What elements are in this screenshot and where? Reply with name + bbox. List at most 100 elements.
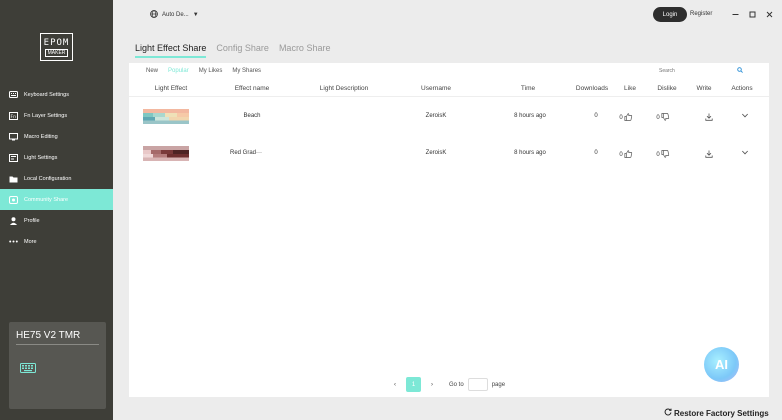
maximize-icon[interactable] [747, 9, 757, 19]
thumbs-up-icon[interactable] [624, 150, 633, 160]
restore-label: Restore Factory Settings [674, 408, 769, 418]
ai-assistant-button[interactable]: AI [704, 347, 739, 382]
thumbs-up-icon[interactable] [624, 113, 633, 123]
more-icon [9, 237, 18, 246]
prev-page-icon[interactable]: ‹ [390, 382, 400, 388]
col-light-description: Light Description [319, 85, 369, 92]
time: 8 hours ago [514, 113, 546, 119]
page-number-current[interactable]: 1 [406, 377, 421, 392]
col-actions: Actions [731, 85, 753, 92]
sidebar-item-community-share[interactable]: Community Share [0, 189, 113, 210]
ai-label: AI [715, 357, 728, 372]
dislike-count: 0 [656, 152, 660, 158]
sidebar-item-label: Local Configuration [24, 175, 72, 182]
goto-label: Go to [449, 381, 464, 388]
device-divider [16, 344, 99, 345]
sidebar-item-profile[interactable]: Profile [0, 210, 113, 231]
minimize-icon[interactable] [730, 9, 740, 19]
username: ZeroisK [425, 150, 447, 156]
restore-factory-settings-button[interactable]: Restore Factory Settings [664, 408, 769, 418]
device-card[interactable]: HE75 V2 TMR [9, 322, 106, 409]
tab-config-share[interactable]: Config Share [216, 43, 269, 58]
downloads: 0 [594, 113, 598, 119]
table-row[interactable]: Beach ZeroisK 8 hours ago 0 0 0 [129, 101, 769, 131]
col-like: Like [624, 85, 636, 92]
like-count: 0 [619, 152, 623, 158]
effect-name: Red Grad··· [229, 150, 263, 156]
language-label: Auto De... [162, 12, 189, 18]
download-icon[interactable] [705, 113, 713, 121]
subtab-my-shares[interactable]: My Shares [232, 68, 261, 74]
sidebar-item-label: Macro Editing [24, 133, 58, 140]
logo-text-bottom: MAKER [44, 48, 69, 57]
subtab-my-likes[interactable]: My Likes [199, 68, 223, 74]
fn-layer-icon: Fn [9, 111, 18, 120]
thumbs-down-icon[interactable] [661, 150, 670, 160]
light-effect-preview [143, 146, 189, 161]
sidebar-item-more[interactable]: More [0, 231, 113, 252]
main-tabs: Light Effect Share Config Share Macro Sh… [135, 43, 340, 58]
search-icon[interactable] [737, 67, 743, 75]
light-icon [9, 153, 18, 162]
sidebar-item-label: More [24, 238, 37, 245]
sidebar-item-local-configuration[interactable]: Local Configuration [0, 168, 113, 189]
login-button[interactable]: Login [653, 7, 687, 22]
like-cell: 0 [619, 113, 633, 123]
search-box [659, 65, 755, 77]
svg-text:Fn: Fn [11, 114, 17, 120]
page-label: page [491, 381, 506, 388]
dislike-cell: 0 [656, 113, 670, 123]
like-cell: 0 [619, 150, 633, 160]
sidebar-item-label: Community Share [24, 196, 69, 203]
sidebar-item-label: Fn Layer Settings [24, 112, 68, 119]
tab-light-effect-share[interactable]: Light Effect Share [135, 43, 207, 58]
sidebar: EPOM MAKER Keyboard Settings Fn Fn Layer… [0, 0, 113, 420]
subtab-new[interactable]: New [146, 68, 158, 74]
goto-page-input[interactable] [467, 378, 488, 391]
search-input[interactable] [659, 68, 729, 74]
sub-tabs: New Popular My Likes My Shares [146, 68, 271, 74]
sidebar-item-fn-layer-settings[interactable]: Fn Fn Layer Settings [0, 105, 113, 126]
register-link[interactable]: Register [690, 11, 712, 17]
language-selector[interactable]: Auto De... ▼ [150, 10, 199, 20]
col-time: Time [520, 85, 536, 92]
macro-icon [9, 132, 18, 141]
downloads: 0 [594, 150, 598, 156]
chevron-down-icon[interactable] [741, 113, 749, 118]
keyboard-device-icon [20, 360, 36, 378]
cloud-icon [9, 195, 18, 204]
col-downloads: Downloads [575, 85, 609, 92]
globe-icon [150, 10, 158, 20]
sidebar-item-label: Keyboard Settings [24, 91, 69, 98]
light-effect-preview [143, 109, 189, 124]
user-icon [9, 216, 18, 225]
share-panel: New Popular My Likes My Shares Light Eff… [129, 63, 769, 397]
effect-name: Beach [243, 113, 261, 119]
logo-text-top: EPOM [43, 37, 70, 48]
next-page-icon[interactable]: › [427, 382, 437, 388]
keyboard-icon [9, 90, 18, 99]
top-bar: Auto De... ▼ Login Register [113, 0, 782, 30]
sidebar-item-label: Profile [24, 217, 40, 224]
table-row[interactable]: Red Grad··· ZeroisK 8 hours ago 0 0 0 [129, 138, 769, 168]
pagination: ‹ 1 › Go to page [390, 377, 505, 392]
sidebar-item-macro-editing[interactable]: Macro Editing [0, 126, 113, 147]
sidebar-item-label: Light Settings [24, 154, 58, 161]
device-name: HE75 V2 TMR [16, 330, 81, 341]
sidebar-nav: Keyboard Settings Fn Fn Layer Settings M… [0, 84, 113, 252]
thumbs-down-icon[interactable] [661, 113, 670, 123]
subtab-popular[interactable]: Popular [168, 68, 189, 74]
col-dislike: Dislike [657, 85, 677, 92]
tab-macro-share[interactable]: Macro Share [279, 43, 331, 58]
username: ZeroisK [425, 113, 447, 119]
epom-maker-logo: EPOM MAKER [40, 33, 73, 61]
col-effect-name: Effect name [234, 85, 270, 92]
col-light-effect: Light Effect [154, 85, 188, 92]
time: 8 hours ago [514, 150, 546, 156]
sidebar-item-keyboard-settings[interactable]: Keyboard Settings [0, 84, 113, 105]
sidebar-item-light-settings[interactable]: Light Settings [0, 147, 113, 168]
download-icon[interactable] [705, 150, 713, 158]
col-username: Username [421, 85, 451, 92]
close-icon[interactable] [764, 9, 774, 19]
chevron-down-icon[interactable] [741, 150, 749, 155]
